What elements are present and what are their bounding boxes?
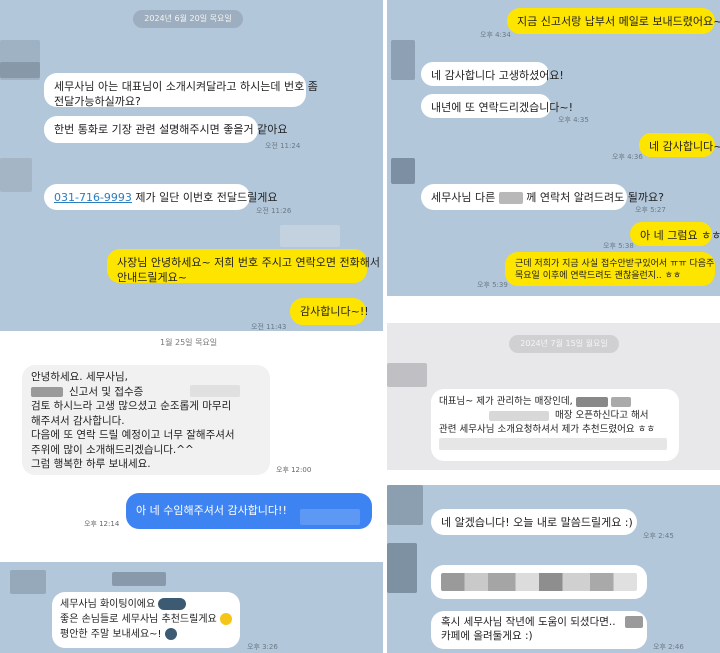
message-bubble: 세무사님 아는 대표님이 소개시켜달라고 하시는데 번호 좀 전달가능하실까요?: [44, 73, 318, 108]
chat-panel-3: 1월 25일 목요일 안녕하세요. 세무사님, 신고서 및 접수증 검토 하시느…: [0, 333, 383, 533]
timestamp: 오후 12:14: [84, 520, 120, 528]
message-bubble: 031-716-9993 제가 일단 이번호 전달드릴게요: [44, 184, 277, 210]
timestamp: 오후 4:35: [558, 116, 589, 124]
blurred-region: [441, 573, 637, 591]
message-bubble: 세무사님 화이팅이에요 좋은 손님들로 세무사님 추천드릴게요 평안한 주말 보…: [52, 592, 240, 648]
message-bubble: 세무사님 다른 께 연락처 알려드려도 될까요?: [421, 184, 664, 210]
message-bubble: 안녕하세요. 세무사님, 신고서 및 접수증 검토 하시느라 고생 많으셨고 순…: [22, 365, 270, 475]
timestamp: 오후 5:27: [635, 206, 666, 214]
date-divider: 1월 25일 목요일: [160, 338, 218, 347]
timestamp: 오후 2:46: [653, 643, 684, 651]
timestamp: 오전 11:43: [251, 323, 287, 331]
chat-panel-4: 2024년 7월 15일 월요일 대표님~ 제가 관리하는 매장인데, 매장 오…: [387, 323, 720, 470]
blurred-name: [112, 572, 166, 586]
blurred-avatar: [387, 543, 417, 593]
blurred-avatar: [391, 40, 415, 80]
phone-link[interactable]: 031-716-9993: [54, 191, 132, 204]
blurred-region: [190, 385, 240, 397]
blurred-avatar: [387, 363, 427, 387]
blurred-avatar: [0, 158, 32, 192]
message-bubble: 근데 저희가 지금 사실 접수안받구있어서 ㅠㅠ 다음주 목요일 이후에 연락드…: [505, 252, 715, 286]
timestamp: 오전 11:24: [265, 142, 301, 150]
message-bubble: 네 감사합니다 고생하셨어요!: [421, 62, 564, 86]
message-bubble: 사장님 안녕하세요~ 저희 번호 주시고 연락오면 전화해서 안내드릴게요~: [107, 249, 380, 284]
blurred-region: [280, 225, 340, 247]
blurred-region: [625, 616, 643, 628]
blurred-name: [498, 192, 523, 204]
blurred-avatar: [10, 570, 46, 594]
timestamp: 오후 5:38: [603, 242, 634, 250]
date-divider: 2024년 7월 15일 월요일: [509, 335, 619, 353]
date-divider: 2024년 6월 20일 목요일: [133, 10, 243, 28]
sunglasses-emoji-icon: [158, 598, 187, 610]
message-bubble: 혹시 세무사님 작년에 도움이 되셨다면.. 카페에 올려둘게요 :): [431, 611, 647, 649]
message-bubble: 한번 통화로 기장 관련 설명해주시면 좋을거 같아요: [44, 116, 288, 143]
timestamp: 오후 5:39: [477, 281, 508, 289]
message-bubble: 네 알겠습니다! 오늘 내로 말씀드릴게요 :): [431, 509, 637, 535]
chat-panel-2: 지금 신고서랑 납부서 메일로 보내드렸어요~! 오후 4:34 네 감사합니다…: [387, 0, 720, 296]
message-bubble: 감사합니다~!!: [290, 298, 369, 325]
message-bubble: 내년에 또 연락드리겠습니다~!: [421, 94, 573, 118]
message-bubble: [431, 565, 647, 599]
blurred-region: [300, 509, 360, 525]
timestamp: 오후 12:00: [276, 466, 312, 474]
message-bubble: 대표님~ 제가 관리하는 매장인데, 매장 오픈하신다고 해서 관련 세무사님 …: [431, 389, 679, 461]
blurred-name: [0, 62, 40, 78]
blurred-avatar: [387, 485, 423, 525]
message-bubble: 네 감사합니다~!: [639, 133, 720, 157]
timestamp: 오후 3:26: [247, 643, 278, 651]
sunglasses-emoji-icon: [164, 628, 177, 640]
timestamp: 오후 4:36: [612, 153, 643, 161]
chat-panel-6: 네 알겠습니다! 오늘 내로 말씀드릴게요 :) 오후 2:45 혹시 세무사님…: [387, 485, 720, 653]
chat-panel-1: 2024년 6월 20일 목요일 세무사님 아는 대표님이 소개시켜달라고 하시…: [0, 0, 383, 331]
grin-emoji-icon: [219, 613, 232, 625]
message-bubble: 아 네 그럼요 ㅎㅎ: [630, 222, 720, 246]
timestamp: 오전 11:26: [256, 207, 292, 215]
chat-panel-5: 세무사님 화이팅이에요 좋은 손님들로 세무사님 추천드릴게요 평안한 주말 보…: [0, 562, 383, 653]
timestamp: 오후 4:34: [480, 31, 511, 39]
message-bubble: 지금 신고서랑 납부서 메일로 보내드렸어요~!: [507, 8, 720, 34]
timestamp: 오후 2:45: [643, 532, 674, 540]
blurred-avatar: [391, 158, 415, 184]
blurred-name: [31, 386, 63, 397]
